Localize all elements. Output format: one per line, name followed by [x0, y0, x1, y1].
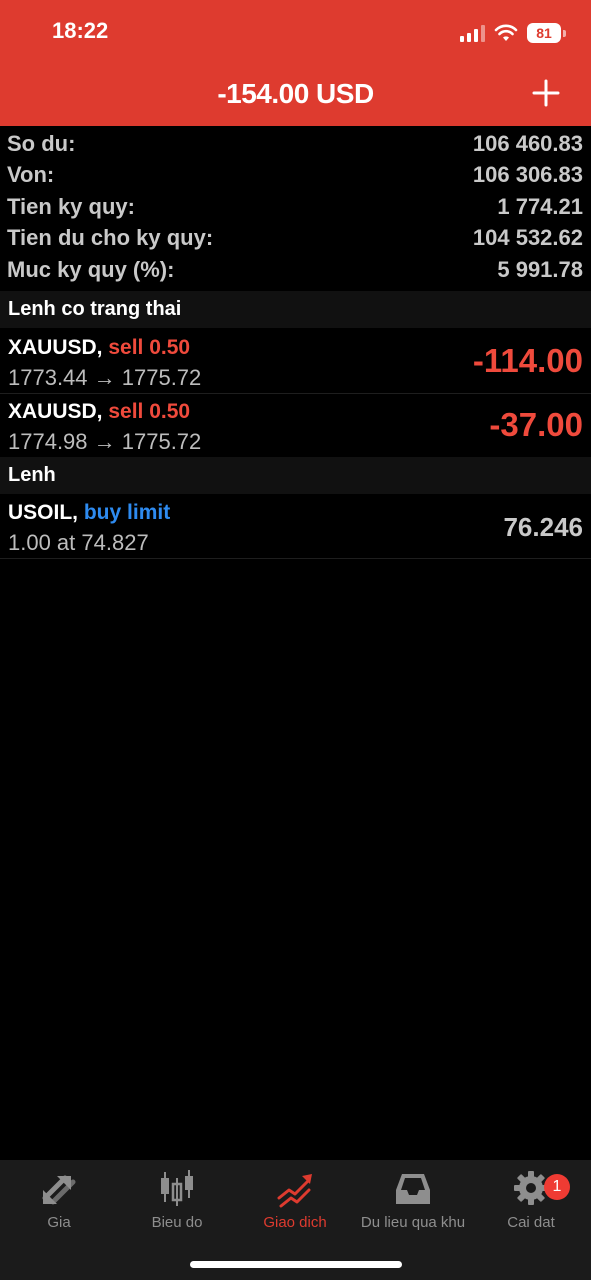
position-side: sell 0.50	[108, 336, 191, 359]
position-profit: -114.00	[472, 342, 583, 379]
positions-section-header: Lenh co trang thai	[0, 291, 591, 328]
home-indicator	[190, 1261, 402, 1268]
tab-label: Bieu do	[151, 1214, 203, 1231]
position-profit: -37.00	[489, 406, 583, 443]
summary-row-margin-level: Muc ky quy (%): 5 991.78	[0, 254, 591, 286]
notification-badge: 1	[544, 1174, 570, 1200]
tab-trade[interactable]: Giao dich	[236, 1168, 354, 1231]
summary-row-free-margin: Tien du cho ky quy: 104 532.62	[0, 223, 591, 255]
position-prices: 1774.98 → 1775.72	[8, 429, 202, 454]
summary-label: Tien ky quy:	[7, 193, 135, 219]
summary-value: 1 774.21	[497, 193, 583, 219]
status-icons: 81	[460, 20, 566, 46]
summary-value: 5 991.78	[497, 256, 583, 282]
tab-label: Giao dich	[263, 1214, 327, 1231]
pending-order-row[interactable]: USOIL, buy limit 1.00 at 74.827 76.246	[0, 494, 591, 559]
tab-label: Cai dat	[507, 1214, 555, 1231]
header-bar: 18:22 81 -154.00 USD	[0, 0, 591, 126]
trade-chart-icon	[277, 1174, 312, 1208]
order-symbol: USOIL,	[8, 501, 79, 524]
candlestick-chart-icon	[161, 1170, 193, 1206]
history-inbox-icon	[396, 1174, 430, 1204]
summary-label: Muc ky quy (%):	[7, 256, 175, 282]
add-order-button[interactable]	[531, 78, 561, 108]
tab-charts[interactable]: Bieu do	[118, 1168, 236, 1231]
account-profit-title: -154.00 USD	[217, 78, 374, 109]
quotes-arrows-icon	[42, 1175, 76, 1205]
summary-row-balance: So du: 106 460.83	[0, 128, 591, 160]
summary-label: Tien du cho ky quy:	[7, 225, 214, 251]
summary-label: So du:	[7, 130, 76, 156]
tab-history[interactable]: Du lieu qua khu	[354, 1168, 472, 1231]
position-row[interactable]: XAUUSD, sell 0.50 1774.98 → 1775.72 -37.…	[0, 393, 591, 458]
wifi-icon	[494, 24, 518, 41]
summary-row-equity: Von: 106 306.83	[0, 160, 591, 192]
order-details: 1.00 at 74.827	[8, 530, 149, 555]
position-prices: 1773.44 → 1775.72	[8, 365, 202, 390]
account-summary: So du: 106 460.83 Von: 106 306.83 Tien k…	[0, 128, 591, 286]
summary-value: 104 532.62	[472, 225, 583, 251]
summary-row-margin: Tien ky quy: 1 774.21	[0, 191, 591, 223]
order-current-price: 76.246	[503, 512, 583, 542]
tab-label: Du lieu qua khu	[360, 1214, 466, 1231]
orders-section-header: Lenh	[0, 457, 591, 494]
battery-icon: 81	[527, 23, 566, 43]
position-row[interactable]: XAUUSD, sell 0.50 1773.44 → 1775.72 -114…	[0, 329, 591, 394]
cellular-signal-icon	[460, 24, 485, 42]
tab-quotes[interactable]: Gia	[0, 1168, 118, 1231]
summary-value: 106 306.83	[472, 162, 583, 188]
position-side: sell 0.50	[108, 400, 191, 423]
order-side: buy limit	[83, 501, 171, 524]
status-time: 18:22	[52, 18, 109, 43]
tab-label: Gia	[47, 1214, 71, 1231]
tab-settings[interactable]: 1 Cai dat	[472, 1168, 590, 1231]
summary-label: Von:	[7, 162, 55, 188]
position-symbol: XAUUSD,	[8, 336, 103, 359]
summary-value: 106 460.83	[472, 130, 583, 156]
position-symbol: XAUUSD,	[8, 400, 103, 423]
